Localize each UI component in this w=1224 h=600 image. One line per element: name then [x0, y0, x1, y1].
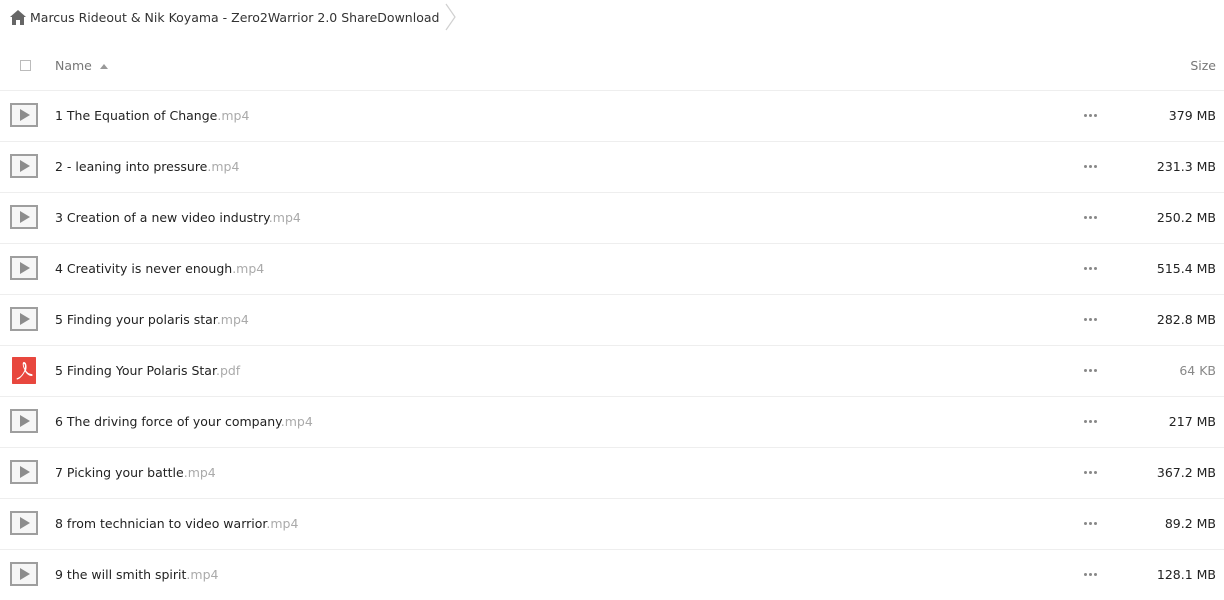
file-size: 231.3 MB [1156, 159, 1216, 174]
play-icon [20, 211, 30, 223]
table-header: Name Size [0, 42, 1224, 91]
file-basename: 9 the will smith spirit [55, 567, 187, 582]
file-name[interactable]: 9 the will smith spirit.mp4 [55, 567, 218, 582]
breadcrumb-folder-title[interactable]: Marcus Rideout & Nik Koyama - Zero2Warri… [30, 10, 439, 25]
file-extension: .mp4 [268, 210, 301, 225]
play-icon [20, 568, 30, 580]
file-basename: 3 Creation of a new video industry [55, 210, 269, 225]
play-icon [20, 262, 30, 274]
file-extension: .mp4 [216, 312, 249, 327]
file-name[interactable]: 5 Finding Your Polaris Star.pdf [55, 363, 240, 378]
file-extension: .mp4 [207, 159, 240, 174]
more-options-icon[interactable] [1084, 113, 1100, 119]
video-file-icon[interactable] [10, 307, 38, 331]
video-file-icon[interactable] [10, 103, 38, 127]
more-options-icon[interactable] [1084, 164, 1100, 170]
play-icon [20, 160, 30, 172]
video-file-icon[interactable] [10, 409, 38, 433]
video-file-icon[interactable] [10, 511, 38, 535]
file-size: 64 KB [1179, 363, 1216, 378]
file-size: 515.4 MB [1156, 261, 1216, 276]
home-icon[interactable] [10, 10, 26, 25]
file-size: 217 MB [1168, 414, 1216, 429]
chevron-right-icon [445, 3, 456, 31]
more-options-icon[interactable] [1084, 215, 1100, 221]
file-extension: .mp4 [266, 516, 299, 531]
video-file-icon[interactable] [10, 256, 38, 280]
play-icon [20, 517, 30, 529]
size-column-header[interactable]: Size [1190, 58, 1216, 73]
file-extension: .mp4 [280, 414, 313, 429]
file-basename: 7 Picking your battle [55, 465, 184, 480]
play-icon [20, 313, 30, 325]
file-size: 282.8 MB [1156, 312, 1216, 327]
file-basename: 4 Creativity is never enough [55, 261, 233, 276]
file-name[interactable]: 8 from technician to video warrior.mp4 [55, 516, 298, 531]
file-row[interactable]: 8 from technician to video warrior.mp4 8… [0, 499, 1224, 550]
file-basename: 6 The driving force of your company [55, 414, 281, 429]
file-row[interactable]: 5 Finding your polaris star.mp4 282.8 MB [0, 295, 1224, 346]
file-row[interactable]: 6 The driving force of your company.mp4 … [0, 397, 1224, 448]
file-list: 1 The Equation of Change.mp4 379 MB 2 - … [0, 91, 1224, 600]
file-row[interactable]: 7 Picking your battle.mp4 367.2 MB [0, 448, 1224, 499]
more-options-icon[interactable] [1084, 470, 1100, 476]
select-all-checkbox[interactable] [20, 60, 31, 71]
play-icon [20, 466, 30, 478]
more-options-icon[interactable] [1084, 266, 1100, 272]
file-name[interactable]: 1 The Equation of Change.mp4 [55, 108, 249, 123]
file-extension: .mp4 [217, 108, 250, 123]
breadcrumb: Marcus Rideout & Nik Koyama - Zero2Warri… [0, 0, 1224, 36]
more-options-icon[interactable] [1084, 419, 1100, 425]
more-options-icon[interactable] [1084, 317, 1100, 323]
file-extension: .mp4 [186, 567, 219, 582]
file-name[interactable]: 6 The driving force of your company.mp4 [55, 414, 313, 429]
file-name[interactable]: 5 Finding your polaris star.mp4 [55, 312, 249, 327]
file-name[interactable]: 4 Creativity is never enough.mp4 [55, 261, 264, 276]
file-extension: .mp4 [232, 261, 265, 276]
file-size: 128.1 MB [1156, 567, 1216, 582]
file-size: 89.2 MB [1164, 516, 1216, 531]
more-options-icon[interactable] [1084, 368, 1100, 374]
pdf-file-icon[interactable] [12, 357, 36, 384]
file-name[interactable]: 7 Picking your battle.mp4 [55, 465, 216, 480]
video-file-icon[interactable] [10, 205, 38, 229]
file-row[interactable]: 1 The Equation of Change.mp4 379 MB [0, 91, 1224, 142]
file-row[interactable]: 2 - leaning into pressure.mp4 231.3 MB [0, 142, 1224, 193]
video-file-icon[interactable] [10, 562, 38, 586]
name-column-header[interactable]: Name [55, 58, 92, 73]
video-file-icon[interactable] [10, 154, 38, 178]
file-size: 367.2 MB [1156, 465, 1216, 480]
more-options-icon[interactable] [1084, 521, 1100, 527]
file-basename: 5 Finding Your Polaris Star [55, 363, 216, 378]
video-file-icon[interactable] [10, 460, 38, 484]
file-size: 379 MB [1168, 108, 1216, 123]
file-basename: 1 The Equation of Change [55, 108, 218, 123]
file-size: 250.2 MB [1156, 210, 1216, 225]
play-icon [20, 109, 30, 121]
file-row[interactable]: 3 Creation of a new video industry.mp4 2… [0, 193, 1224, 244]
file-row[interactable]: 4 Creativity is never enough.mp4 515.4 M… [0, 244, 1224, 295]
file-row[interactable]: 9 the will smith spirit.mp4 128.1 MB [0, 550, 1224, 600]
file-extension: .mp4 [183, 465, 216, 480]
file-name[interactable]: 3 Creation of a new video industry.mp4 [55, 210, 301, 225]
sort-ascending-icon[interactable] [100, 63, 108, 69]
play-icon [20, 415, 30, 427]
file-basename: 2 - leaning into pressure [55, 159, 208, 174]
file-basename: 8 from technician to video warrior [55, 516, 267, 531]
file-name[interactable]: 2 - leaning into pressure.mp4 [55, 159, 239, 174]
file-extension: .pdf [215, 363, 241, 378]
file-basename: 5 Finding your polaris star [55, 312, 217, 327]
file-row[interactable]: 5 Finding Your Polaris Star.pdf 64 KB [0, 346, 1224, 397]
more-options-icon[interactable] [1084, 572, 1100, 578]
